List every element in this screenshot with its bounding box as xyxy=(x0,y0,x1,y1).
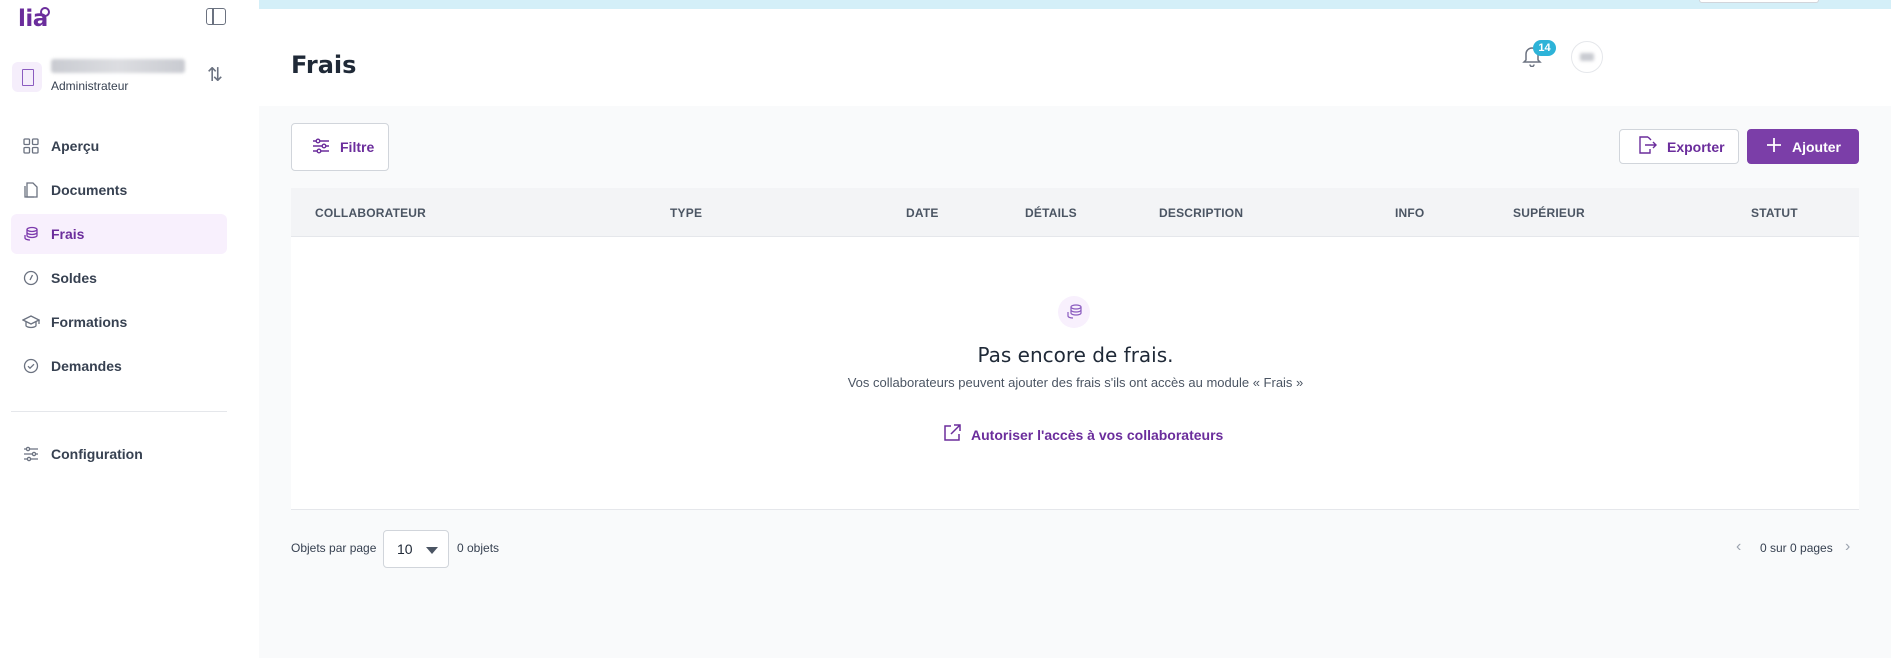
page-header: Frais xyxy=(259,9,1891,106)
per-page-select[interactable]: 10 xyxy=(383,530,449,568)
sidebar: lia Administrateur ⇅ Aperçu Documents Fr… xyxy=(0,0,259,658)
coins-icon xyxy=(1058,296,1090,328)
sidebar-item-demandes[interactable]: Demandes xyxy=(11,346,227,386)
sidebar-item-label: Formations xyxy=(51,314,128,330)
filter-button-label: Filtre xyxy=(340,139,375,155)
column-header-statut[interactable]: STATUT xyxy=(1751,206,1798,220)
add-button-label: Ajouter xyxy=(1792,138,1841,155)
caret-down-icon xyxy=(426,547,438,554)
swap-vertical-icon[interactable]: ⇅ xyxy=(207,64,223,87)
column-header-details[interactable]: DÉTAILS xyxy=(1025,206,1077,220)
avatar[interactable] xyxy=(1571,41,1603,73)
clock-icon xyxy=(22,270,40,286)
sliders-icon xyxy=(312,137,330,158)
sidebar-item-label: Soldes xyxy=(51,270,97,286)
per-page-label: Objets par page xyxy=(291,541,377,555)
column-header-date[interactable]: DATE xyxy=(906,206,939,220)
table-header: COLLABORATEUR TYPE DATE DÉTAILS DESCRIPT… xyxy=(291,188,1859,237)
sidebar-collapse-icon[interactable] xyxy=(206,8,226,25)
plus-icon xyxy=(1766,137,1782,156)
sidebar-item-label: Aperçu xyxy=(51,138,100,154)
graduation-cap-icon xyxy=(22,314,40,330)
org-role: Administrateur xyxy=(51,79,129,93)
sidebar-item-configuration[interactable]: Configuration xyxy=(11,434,227,474)
org-switcher[interactable]: Administrateur ⇅ xyxy=(12,56,232,96)
sidebar-item-apercu[interactable]: Aperçu xyxy=(11,126,227,166)
sidebar-item-label: Configuration xyxy=(51,446,143,462)
sidebar-item-label: Documents xyxy=(51,182,128,198)
filter-button[interactable]: Filtre xyxy=(291,123,389,171)
per-page-value: 10 xyxy=(397,541,413,557)
sidebar-item-documents[interactable]: Documents xyxy=(11,170,227,210)
export-button[interactable]: Exporter xyxy=(1619,129,1739,164)
sidebar-divider xyxy=(11,411,227,412)
sliders-icon xyxy=(22,446,40,462)
empty-state-title: Pas encore de frais. xyxy=(977,343,1174,367)
export-icon xyxy=(1637,136,1657,157)
logo-mark xyxy=(40,7,50,17)
chevron-right-icon[interactable]: › xyxy=(1845,538,1850,556)
page-title: Frais xyxy=(291,51,357,79)
column-header-description[interactable]: DESCRIPTION xyxy=(1159,206,1243,220)
announcement-bar-button[interactable] xyxy=(1699,0,1819,3)
sidebar-item-label: Frais xyxy=(51,226,85,242)
document-icon xyxy=(22,182,40,198)
column-header-superieur[interactable]: SUPÉRIEUR xyxy=(1513,206,1585,220)
sidebar-item-label: Demandes xyxy=(51,358,122,374)
sidebar-item-formations[interactable]: Formations xyxy=(11,302,227,342)
export-button-label: Exporter xyxy=(1667,138,1725,155)
main-nav: Aperçu Documents Frais Soldes Formations xyxy=(11,126,227,390)
empty-state-subtitle: Vos collaborateurs peuvent ajouter des f… xyxy=(847,375,1304,390)
org-name-blurred xyxy=(51,59,185,73)
sidebar-item-frais[interactable]: Frais xyxy=(11,214,227,254)
chevron-left-icon[interactable]: ‹ xyxy=(1736,538,1741,556)
building-icon xyxy=(12,62,42,92)
pages-indicator: 0 sur 0 pages xyxy=(1760,541,1833,555)
authorize-access-label: Autoriser l'accès à vos collaborateurs xyxy=(971,426,1224,443)
grid-icon xyxy=(22,138,40,154)
items-count: 0 objets xyxy=(457,541,500,555)
coins-icon xyxy=(22,226,40,242)
column-header-type[interactable]: TYPE xyxy=(670,206,702,220)
authorize-access-link[interactable]: Autoriser l'accès à vos collaborateurs xyxy=(943,424,1223,445)
column-header-info[interactable]: INFO xyxy=(1395,206,1424,220)
sidebar-item-soldes[interactable]: Soldes xyxy=(11,258,227,298)
add-button[interactable]: Ajouter xyxy=(1747,129,1859,164)
column-header-collaborateur[interactable]: COLLABORATEUR xyxy=(315,206,426,220)
notification-badge: 14 xyxy=(1533,40,1556,56)
announcement-bar xyxy=(259,0,1891,9)
check-circle-icon xyxy=(22,358,40,374)
external-link-icon xyxy=(943,424,961,445)
